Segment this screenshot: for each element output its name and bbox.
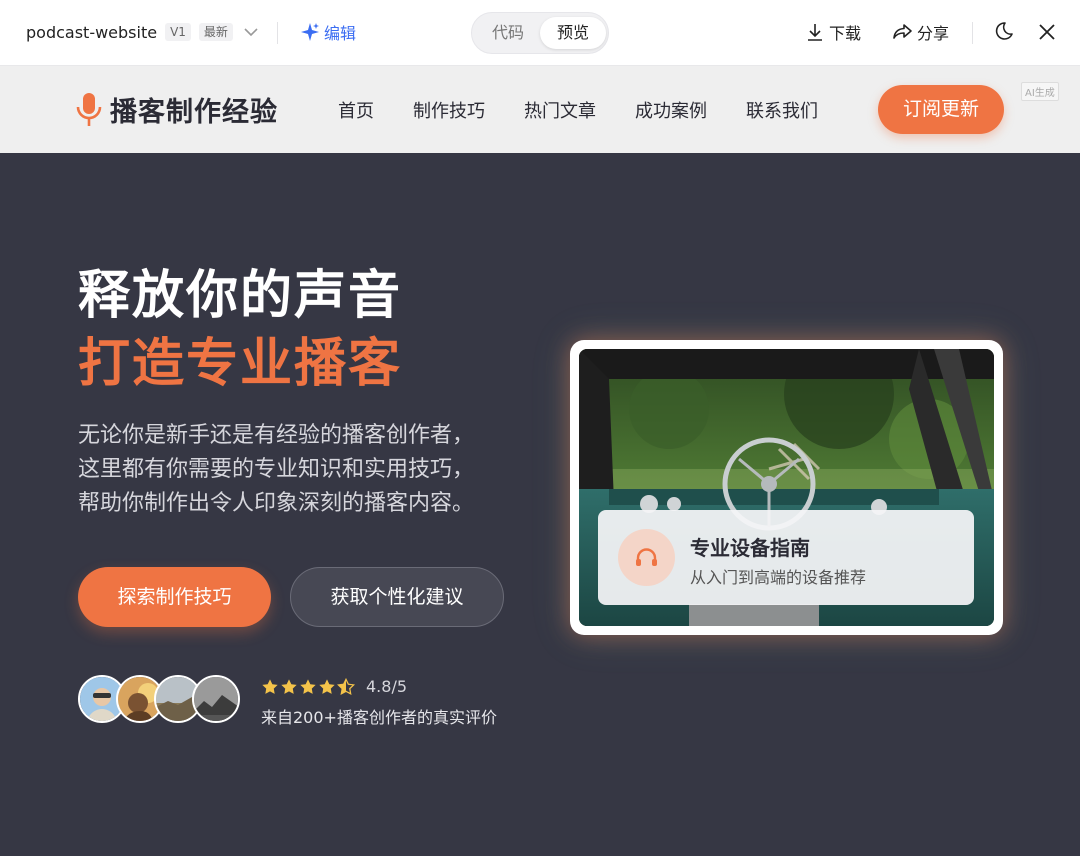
rating-score: 4.8/5 [366, 677, 408, 696]
feature-overlay: 专业设备指南 从入门到高端的设备推荐 [598, 510, 974, 605]
share-icon [893, 24, 912, 39]
feature-image: 专业设备指南 从入门到高端的设备推荐 [579, 349, 994, 626]
project-selector[interactable]: podcast-website V1 最新 [26, 22, 261, 42]
site-logo[interactable]: 播客制作经验 [76, 90, 278, 129]
nav-popular[interactable]: 热门文章 [524, 97, 596, 123]
nav-home[interactable]: 首页 [338, 97, 374, 123]
share-label: 分享 [917, 24, 950, 43]
hero-section: 释放你的声音 打造专业播客 无论你是新手还是有经验的播客创作者， 这里都有你需要… [0, 153, 1080, 856]
chevron-down-icon[interactable] [241, 22, 261, 42]
rating-caption: 来自200+播客创作者的真实评价 [261, 708, 497, 727]
download-button[interactable]: 下载 [805, 20, 861, 44]
download-label: 下载 [829, 24, 862, 43]
project-name: podcast-website [26, 22, 158, 42]
avatar [192, 675, 240, 723]
main-nav: 首页 制作技巧 热门文章 成功案例 联系我们 [338, 97, 818, 123]
feature-title: 专业设备指南 [690, 536, 810, 560]
hero-description: 无论你是新手还是有经验的播客创作者， 这里都有你需要的专业知识和实用技巧， 帮助… [78, 419, 538, 521]
subscribe-button[interactable]: 订阅更新 [878, 85, 1004, 134]
nav-techniques[interactable]: 制作技巧 [413, 97, 485, 123]
tab-code[interactable]: 代码 [478, 17, 538, 49]
star-half-icon [337, 677, 355, 695]
latest-tag: 最新 [198, 23, 233, 41]
star-icon [262, 678, 278, 694]
tab-preview[interactable]: 预览 [540, 17, 606, 49]
headphones-icon-badge [618, 529, 675, 586]
version-tag: V1 [165, 23, 191, 41]
explore-techniques-button[interactable]: 探索制作技巧 [78, 567, 271, 627]
star-rating: 4.8/5 [261, 677, 497, 696]
sparkle-icon [301, 23, 319, 41]
ai-generated-badge: AI生成 [1021, 82, 1059, 101]
feature-image-card[interactable]: 专业设备指南 从入门到高端的设备推荐 [570, 340, 1003, 635]
nav-contact[interactable]: 联系我们 [746, 97, 818, 123]
site-header: 播客制作经验 首页 制作技巧 热门文章 成功案例 联系我们 订阅更新 AI生成 [0, 66, 1080, 153]
share-button[interactable]: 分享 [891, 20, 949, 44]
description-line: 这里都有你需要的专业知识和实用技巧， [78, 457, 475, 482]
logo-text: 播客制作经验 [110, 97, 278, 128]
personalized-advice-button[interactable]: 获取个性化建议 [290, 567, 504, 627]
star-icon [281, 678, 297, 694]
star-icon [300, 678, 316, 694]
hero-title-line1: 释放你的声音 [78, 266, 403, 326]
star-icon [319, 678, 335, 694]
divider [972, 22, 973, 44]
app-toolbar: podcast-website V1 最新 编辑 代码 预览 下载 分享 [0, 0, 1080, 66]
download-icon [808, 24, 822, 41]
feature-subtitle: 从入门到高端的设备推荐 [690, 568, 867, 587]
close-icon[interactable] [1035, 20, 1059, 44]
description-line: 无论你是新手还是有经验的播客创作者， [78, 423, 475, 448]
avatar-group [78, 675, 248, 725]
description-line: 帮助你制作出令人印象深刻的播客内容。 [78, 491, 475, 516]
nav-cases[interactable]: 成功案例 [635, 97, 707, 123]
rating-block: 4.8/5 来自200+播客创作者的真实评价 [261, 677, 497, 728]
divider [277, 22, 278, 44]
microphone-icon [76, 92, 102, 126]
headphones-icon [636, 548, 657, 566]
edit-button[interactable]: 编辑 [300, 20, 356, 44]
hero-title-line2: 打造专业播客 [78, 334, 403, 394]
view-toggle: 代码 预览 [471, 12, 609, 54]
edit-label: 编辑 [324, 24, 357, 43]
moon-icon[interactable] [991, 20, 1015, 44]
